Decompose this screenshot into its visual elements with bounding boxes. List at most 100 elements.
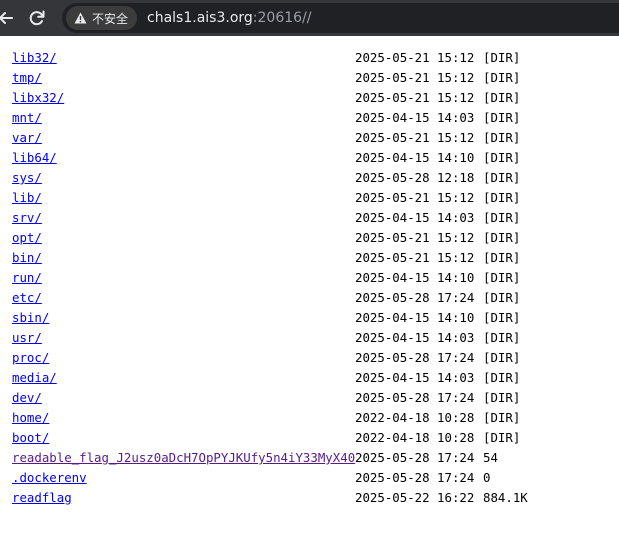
entry-link[interactable]: run/ <box>12 268 42 288</box>
entry-link[interactable]: var/ <box>12 128 42 148</box>
entry-size: [DIR] <box>483 310 521 325</box>
back-button[interactable] <box>0 6 18 30</box>
entry-date: 2025-05-21 15:12 <box>355 190 475 205</box>
listing-row: lib/2025-05-21 15:12 [DIR] <box>0 188 619 208</box>
entry-size: [DIR] <box>483 410 521 425</box>
entry-size: [DIR] <box>483 90 521 105</box>
entry-date: 2025-05-28 17:24 <box>355 390 475 405</box>
entry-date: 2025-05-28 17:24 <box>355 450 475 465</box>
entry-size: [DIR] <box>483 250 521 265</box>
entry-date: 2025-05-21 15:12 <box>355 90 475 105</box>
entry-link[interactable]: usr/ <box>12 328 42 348</box>
arrow-left-icon <box>0 12 13 24</box>
entry-date: 2025-05-21 15:12 <box>355 130 475 145</box>
entry-size: [DIR] <box>483 370 521 385</box>
entry-size: [DIR] <box>483 210 521 225</box>
reload-button[interactable] <box>25 6 49 30</box>
entry-size: [DIR] <box>483 270 521 285</box>
listing-row: tmp/2025-05-21 15:12 [DIR] <box>0 68 619 88</box>
entry-size: 0 <box>483 470 491 485</box>
entry-size: [DIR] <box>483 170 521 185</box>
listing-row: opt/2025-05-21 15:12 [DIR] <box>0 228 619 248</box>
entry-link[interactable]: media/ <box>12 368 57 388</box>
listing-row: usr/2025-04-15 14:03 [DIR] <box>0 328 619 348</box>
entry-size: [DIR] <box>483 230 521 245</box>
entry-date: 2025-04-15 14:10 <box>355 270 475 285</box>
entry-size: [DIR] <box>483 110 521 125</box>
security-label: 不安全 <box>92 11 129 26</box>
entry-date: 2025-05-22 16:22 <box>355 490 475 505</box>
listing-row: lib32/2025-05-21 15:12 [DIR] <box>0 48 619 68</box>
listing-row: proc/2025-05-28 17:24 [DIR] <box>0 348 619 368</box>
listing-row: lib64/2025-04-15 14:10 [DIR] <box>0 148 619 168</box>
reload-icon <box>29 10 45 26</box>
entry-link[interactable]: lib/ <box>12 188 42 208</box>
listing-row: boot/2022-04-18 10:28 [DIR] <box>0 428 619 448</box>
entry-size: [DIR] <box>483 130 521 145</box>
entry-link[interactable]: srv/ <box>12 208 42 228</box>
entry-link[interactable]: readable_flag_J2usz0aDcH7OpPYJKUfy5n4iY3… <box>12 448 355 468</box>
entry-link[interactable]: lib64/ <box>12 148 57 168</box>
entry-size: [DIR] <box>483 190 521 205</box>
url-host: chals1.ais3.org <box>147 10 253 26</box>
entry-date: 2025-04-15 14:03 <box>355 110 475 125</box>
entry-date: 2025-04-15 14:03 <box>355 370 475 385</box>
url-text[interactable]: chals1.ais3.org:20616// <box>147 10 311 26</box>
entry-link[interactable]: readflag <box>12 488 72 508</box>
url-path: :20616// <box>252 10 312 26</box>
entry-date: 2025-05-21 15:12 <box>355 50 475 65</box>
listing-row: .dockerenv 2025-05-28 17:24 0 <box>0 468 619 488</box>
listing-row: run/2025-04-15 14:10 [DIR] <box>0 268 619 288</box>
entry-date: 2025-05-28 17:24 <box>355 350 475 365</box>
entry-link[interactable]: dev/ <box>12 388 42 408</box>
entry-size: [DIR] <box>483 50 521 65</box>
directory-listing: lib32/2025-05-21 15:12 [DIR] tmp/2025-05-2… <box>0 48 619 508</box>
listing-row: srv/2025-04-15 14:03 [DIR] <box>0 208 619 228</box>
entry-date: 2025-05-21 15:12 <box>355 250 475 265</box>
address-bar[interactable]: 不安全 chals1.ais3.org:20616// <box>62 3 619 33</box>
entry-link[interactable]: proc/ <box>12 348 49 368</box>
entry-size: [DIR] <box>483 330 521 345</box>
entry-link[interactable]: .dockerenv <box>12 468 87 488</box>
entry-link[interactable]: sys/ <box>12 168 42 188</box>
listing-row: home/2022-04-18 10:28 [DIR] <box>0 408 619 428</box>
listing-row: media/2025-04-15 14:03 [DIR] <box>0 368 619 388</box>
browser-toolbar: 不安全 chals1.ais3.org:20616// <box>0 0 619 36</box>
listing-row: var/2025-05-21 15:12 [DIR] <box>0 128 619 148</box>
entry-size: [DIR] <box>483 70 521 85</box>
entry-link[interactable]: tmp/ <box>12 68 42 88</box>
entry-date: 2025-05-28 17:24 <box>355 290 475 305</box>
entry-size: [DIR] <box>483 390 521 405</box>
listing-row: readable_flag_J2usz0aDcH7OpPYJKUfy5n4iY3… <box>0 448 619 468</box>
entry-link[interactable]: libx32/ <box>12 88 64 108</box>
entry-link[interactable]: mnt/ <box>12 108 42 128</box>
entry-size: [DIR] <box>483 290 521 305</box>
entry-link[interactable]: sbin/ <box>12 308 49 328</box>
listing-row: mnt/2025-04-15 14:03 [DIR] <box>0 108 619 128</box>
entry-size: [DIR] <box>483 430 521 445</box>
entry-date: 2025-05-21 15:12 <box>355 230 475 245</box>
entry-date: 2022-04-18 10:28 <box>355 410 475 425</box>
entry-link[interactable]: bin/ <box>12 248 42 268</box>
entry-link[interactable]: boot/ <box>12 428 49 448</box>
entry-size: 54 <box>483 450 498 465</box>
entry-date: 2025-04-15 14:10 <box>355 310 475 325</box>
listing-row: readflag 2025-05-22 16:22 884.1K <box>0 488 619 508</box>
listing-row: sys/2025-05-28 12:18 [DIR] <box>0 168 619 188</box>
entry-date: 2025-04-15 14:03 <box>355 210 475 225</box>
entry-link[interactable]: lib32/ <box>12 48 57 68</box>
listing-row: bin/2025-05-21 15:12 [DIR] <box>0 248 619 268</box>
listing-row: etc/2025-05-28 17:24 [DIR] <box>0 288 619 308</box>
security-indicator[interactable]: 不安全 <box>66 6 138 30</box>
entry-link[interactable]: opt/ <box>12 228 42 248</box>
listing-row: dev/2025-05-28 17:24 [DIR] <box>0 388 619 408</box>
entry-link[interactable]: etc/ <box>12 288 42 308</box>
listing-row: libx32/2025-05-21 15:12 [DIR] <box>0 88 619 108</box>
entry-date: 2025-05-21 15:12 <box>355 70 475 85</box>
entry-size: [DIR] <box>483 350 521 365</box>
entry-size: 884.1K <box>483 490 528 505</box>
entry-date: 2025-05-28 17:24 <box>355 470 475 485</box>
listing-row: sbin/2025-04-15 14:10 [DIR] <box>0 308 619 328</box>
entry-link[interactable]: home/ <box>12 408 49 428</box>
entry-size: [DIR] <box>483 150 521 165</box>
